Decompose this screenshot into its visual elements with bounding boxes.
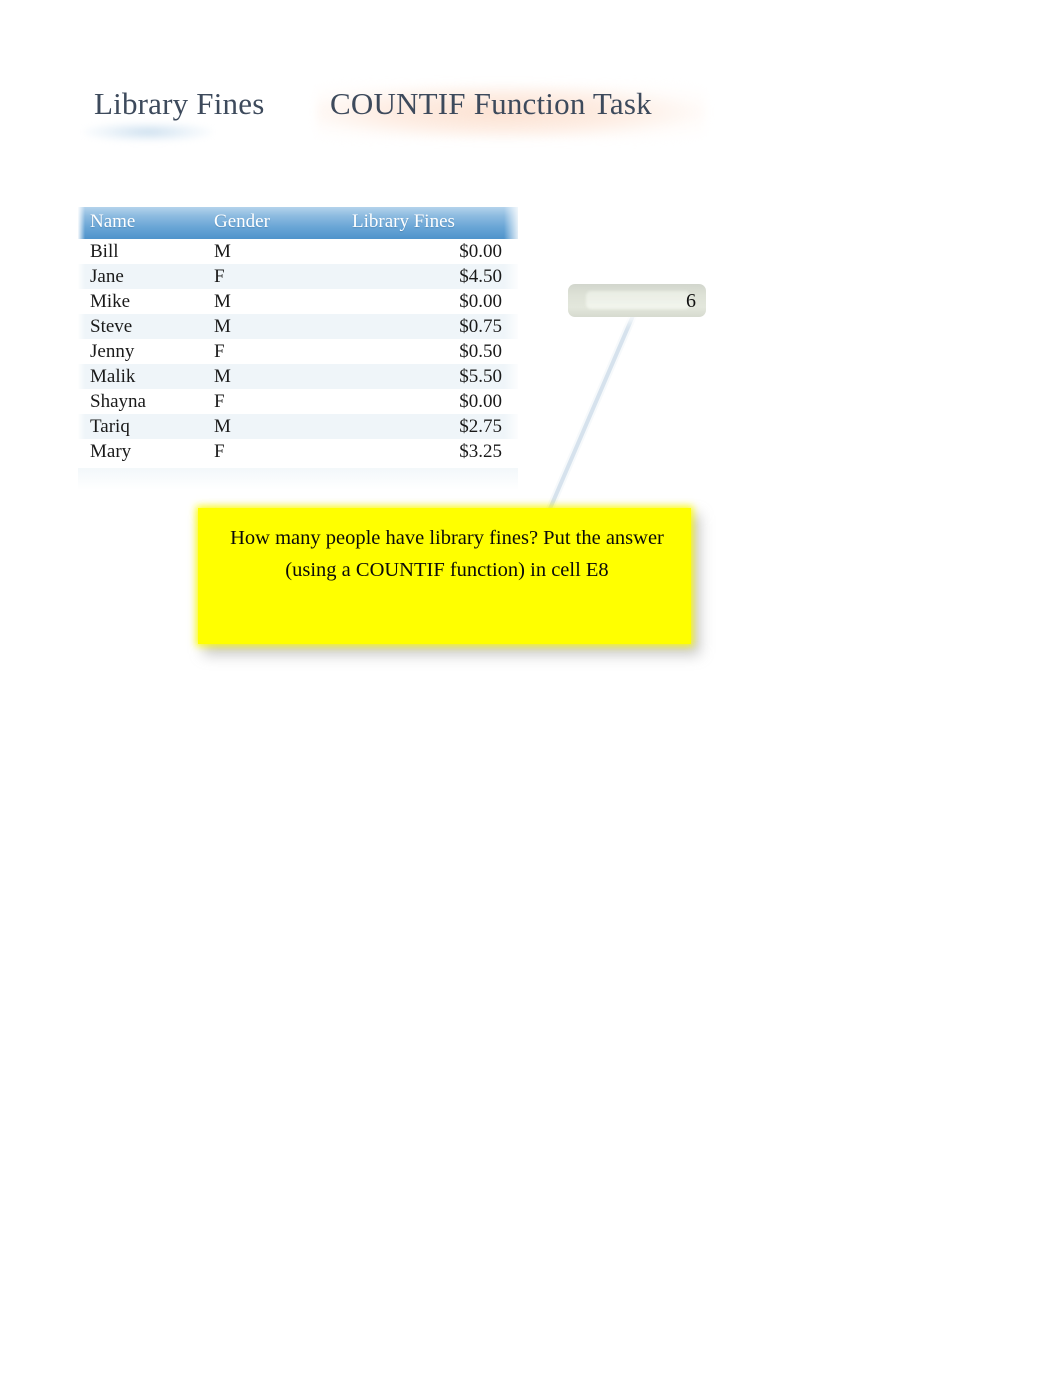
table-row[interactable]: Mary F $3.25	[78, 439, 518, 464]
cell-library-fine: $3.25	[459, 440, 502, 462]
table-row[interactable]: Shayna F $0.00	[78, 389, 518, 414]
table-row[interactable]: Bill M $0.00	[78, 239, 518, 264]
cell-gender: M	[214, 290, 231, 312]
cell-name: Mary	[90, 440, 132, 462]
cell-name: Jane	[78, 264, 214, 289]
cell-library-fine: $5.50	[334, 364, 518, 389]
cell-library-fine: $4.50	[334, 264, 518, 289]
cell-library-fine: $0.00	[459, 240, 502, 262]
cell-gender: M	[214, 240, 231, 262]
page-title-countif-task: COUNTIF Function Task	[330, 86, 652, 121]
table-row[interactable]: Jenny F $0.50	[78, 339, 518, 364]
cell-name: Malik	[78, 364, 214, 389]
cell-name: Shayna	[90, 390, 146, 412]
cell-gender: F	[214, 440, 225, 462]
title-row: Library Fines COUNTIF Function Task	[0, 82, 1062, 152]
page-title-library-fines: Library Fines	[94, 86, 265, 121]
callout-connector-line	[542, 300, 642, 522]
cell-library-fine: $2.75	[334, 414, 518, 439]
table-row[interactable]: Malik M $5.50	[78, 364, 518, 389]
cell-name: Steve	[78, 314, 214, 339]
table-left-fade	[78, 207, 85, 479]
cell-library-fine: $0.00	[459, 390, 502, 412]
table-body: Bill M $0.00 Jane F $4.50 Mike M $0.00 Steve M $0.7…	[78, 239, 518, 464]
table-header: Name Gender Library Fines	[78, 207, 518, 239]
cell-gender: M	[214, 414, 334, 439]
cell-gender: F	[214, 390, 225, 412]
cell-library-fine: $0.75	[334, 314, 518, 339]
table-header-row: Name Gender Library Fines	[78, 207, 518, 239]
table-right-fade	[504, 207, 520, 479]
cell-gender: M	[214, 364, 334, 389]
cell-library-fine: $0.00	[459, 290, 502, 312]
library-fines-table: Name Gender Library Fines Bill M $0.00 Jane…	[78, 207, 518, 464]
cell-name: Bill	[90, 240, 119, 262]
table-row[interactable]: Tariq M $2.75	[78, 414, 518, 439]
table-row[interactable]: Steve M $0.75	[78, 314, 518, 339]
library-fines-table-wrapper: Name Gender Library Fines Bill M $0.00 Jane…	[78, 207, 518, 464]
answer-cell-value: 6	[686, 290, 696, 312]
table-row[interactable]: Mike M $0.00	[78, 289, 518, 314]
cell-gender: M	[214, 314, 334, 339]
table-bottom-fade	[78, 468, 518, 490]
cell-library-fine: $0.50	[459, 340, 502, 362]
cell-name: Tariq	[78, 414, 214, 439]
instruction-callout-text: How many people have library fines? Put …	[230, 527, 664, 581]
table-row[interactable]: Jane F $4.50	[78, 264, 518, 289]
cell-name: Jenny	[90, 340, 135, 362]
column-header-library-fines: Library Fines	[334, 207, 518, 239]
column-header-gender: Gender	[214, 207, 334, 239]
cell-gender: F	[214, 340, 225, 362]
column-header-name: Name	[78, 207, 214, 239]
cell-gender: F	[214, 264, 334, 289]
cell-name: Mike	[90, 290, 131, 312]
